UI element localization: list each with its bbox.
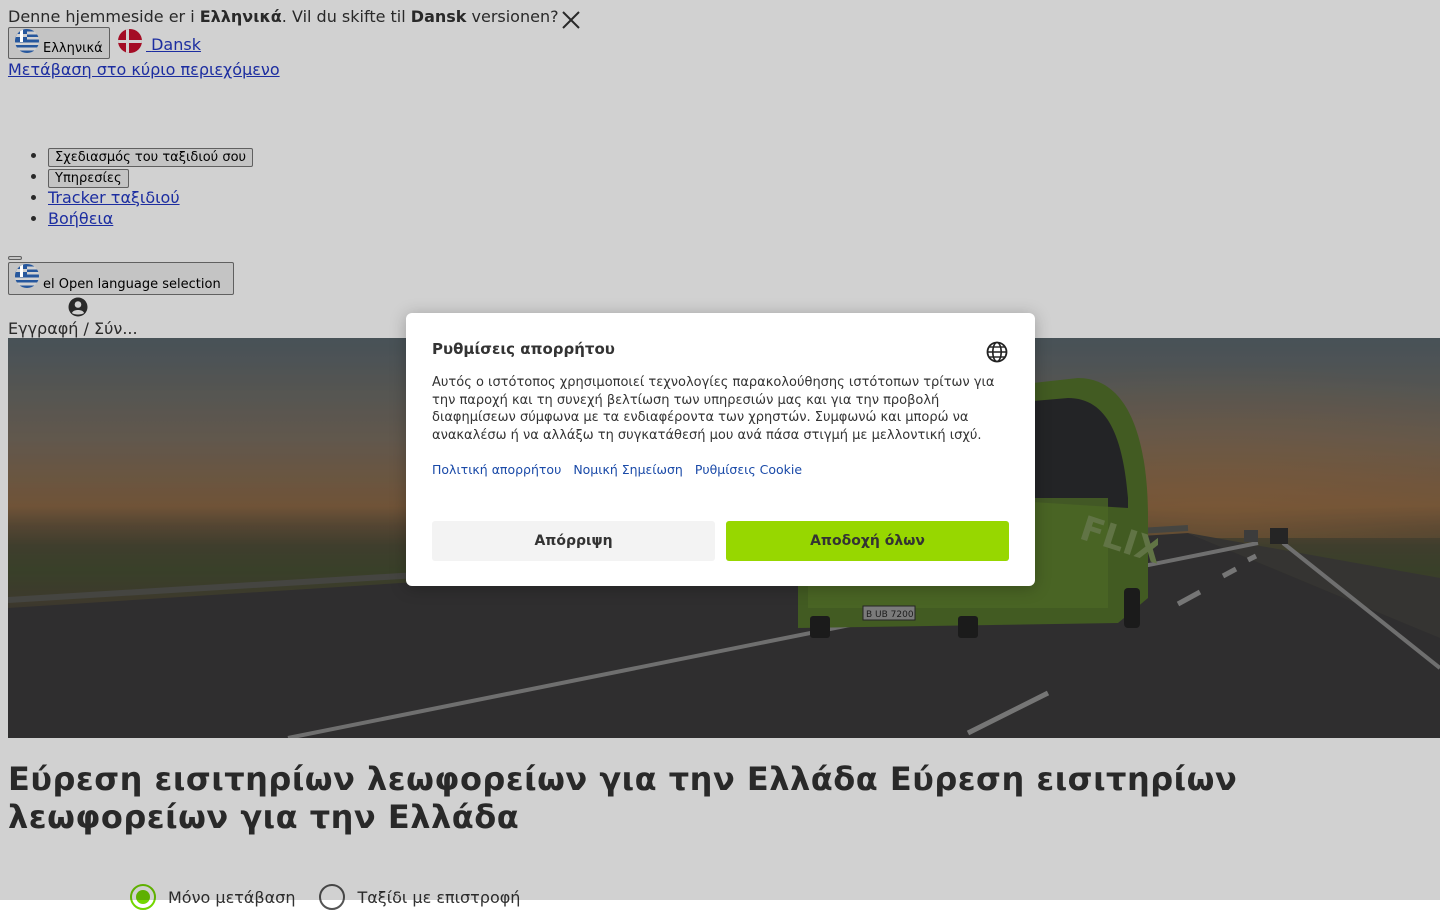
consent-links: Πολιτική απορρήτου Νομική Σημείωση Ρυθμί…: [432, 462, 1009, 477]
consent-actions: Απόρριψη Αποδοχή όλων: [432, 521, 1009, 561]
deny-button[interactable]: Απόρριψη: [432, 521, 715, 561]
privacy-policy-link[interactable]: Πολιτική απορρήτου: [432, 462, 561, 477]
consent-description: Αυτός ο ιστότοπος χρησιμοποιεί τεχνολογί…: [432, 375, 995, 443]
consent-title: Ρυθμίσεις απορρήτου: [432, 340, 615, 358]
globe-icon[interactable]: [986, 341, 1008, 363]
accept-all-button[interactable]: Αποδοχή όλων: [726, 521, 1009, 561]
page: Denne hjemmeside er i Ελληνικά. Vil du s…: [0, 0, 1440, 910]
privacy-consent-dialog: Ρυθμίσεις απορρήτου Αυτός ο ιστότοπος χρ…: [406, 313, 1035, 586]
legal-notice-link[interactable]: Νομική Σημείωση: [573, 462, 683, 477]
cookie-settings-link[interactable]: Ρυθμίσεις Cookie: [695, 462, 802, 477]
